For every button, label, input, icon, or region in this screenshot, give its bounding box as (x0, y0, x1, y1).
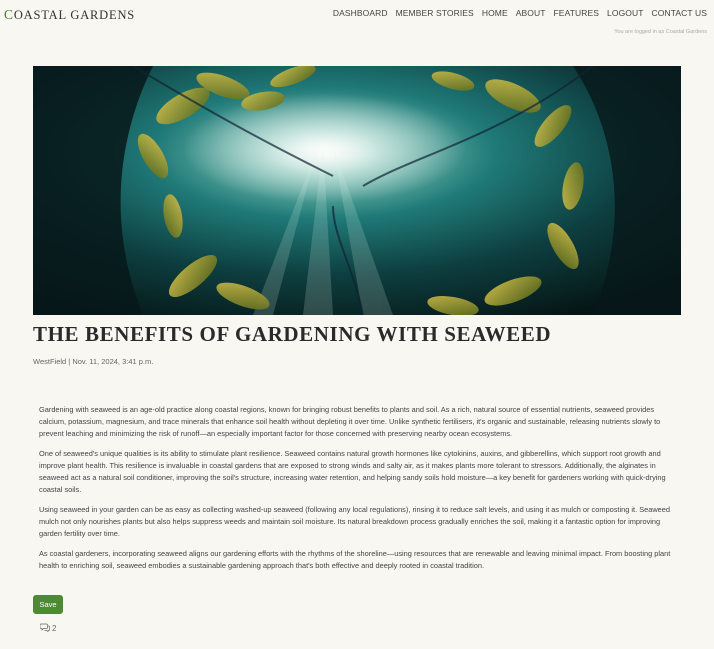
nav-features[interactable]: FEATURES (554, 8, 600, 18)
comment-count: 2 (52, 624, 57, 633)
nav-about[interactable]: ABOUT (516, 8, 546, 18)
article-title: The Benefits of Gardening with Seaweed (33, 322, 552, 346)
nav-contact-us[interactable]: CONTACT US (652, 8, 707, 18)
comments-link[interactable]: 2 (39, 623, 57, 634)
article-body: Gardening with seaweed is an age-old pra… (39, 404, 677, 580)
article-paragraph: Using seaweed in your garden can be as e… (39, 505, 671, 538)
logo-word-2: GARDENS (70, 8, 136, 22)
article-paragraph: One of seaweed's unique qualities is its… (39, 449, 666, 494)
nav-member-stories[interactable]: MEMBER STORIES (396, 8, 474, 18)
nav-dashboard[interactable]: DASHBOARD (333, 8, 388, 18)
site-logo[interactable]: COASTAL GARDENS (4, 7, 135, 23)
logo-word-1: OASTAL (13, 8, 67, 22)
nav-home[interactable]: HOME (482, 8, 508, 18)
save-button[interactable]: Save (33, 595, 63, 614)
main-nav: DASHBOARD MEMBER STORIES HOME ABOUT FEAT… (333, 8, 707, 18)
login-status: You are logged in as Coastal Gardens (614, 29, 707, 35)
logo-initial: C (4, 7, 14, 22)
article-paragraph: Gardening with seaweed is an age-old pra… (39, 405, 661, 438)
comment-icon (39, 623, 50, 634)
hero-image (33, 66, 681, 315)
article-paragraph: As coastal gardeners, incorporating seaw… (39, 549, 671, 570)
article-meta: WestField | Nov. 11, 2024, 3:41 p.m. (33, 357, 154, 366)
nav-logout[interactable]: LOGOUT (607, 8, 644, 18)
